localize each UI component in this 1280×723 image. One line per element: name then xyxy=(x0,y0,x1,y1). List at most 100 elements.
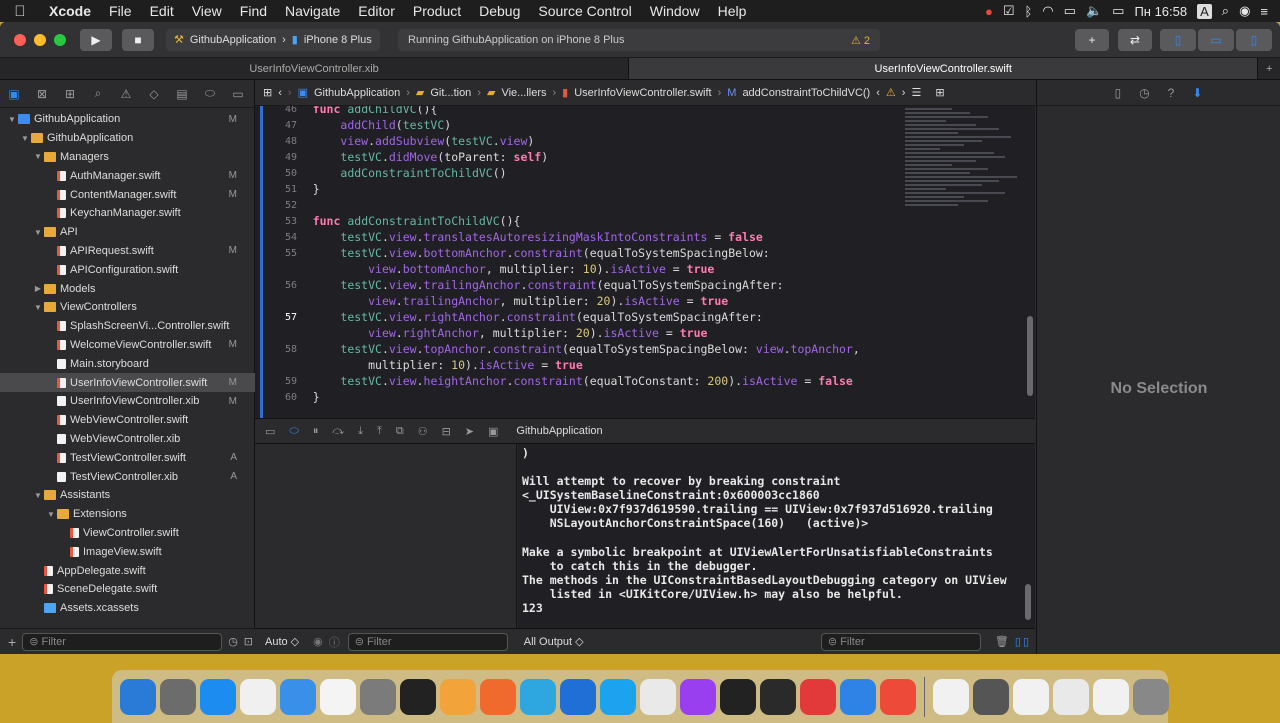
code-line[interactable]: addConstraintToChildVC() xyxy=(285,166,506,180)
tree-item[interactable]: Assets.xcassets xyxy=(0,599,255,618)
code-line[interactable]: func addConstraintToChildVC(){ xyxy=(285,214,521,228)
crumb-project[interactable]: GithubApplication xyxy=(314,87,400,99)
dock-app-icon[interactable] xyxy=(200,678,236,715)
warning-indicator[interactable]: ⚠ 2 xyxy=(851,34,870,47)
menu-navigate[interactable]: Navigate xyxy=(276,3,349,19)
source-control-icon[interactable]: ⊠ xyxy=(28,87,56,101)
disclosure-triangle-icon[interactable]: ▼ xyxy=(19,134,31,143)
menu-list-icon[interactable]: ≡ xyxy=(1260,4,1268,19)
tree-item[interactable]: WelcomeViewController.swift M xyxy=(0,336,255,355)
tree-item[interactable]: KeychanManager.swift xyxy=(0,204,255,223)
recent-files-icon[interactable]: ◷ xyxy=(228,635,238,648)
dock-app-icon[interactable] xyxy=(680,678,716,715)
zoom-button[interactable] xyxy=(54,33,66,46)
step-over-icon[interactable]: ⤼ xyxy=(332,425,344,438)
step-into-icon[interactable]: ⤓ xyxy=(358,425,363,438)
test-icon[interactable]: ◇ xyxy=(140,87,168,101)
step-out-icon[interactable]: ⤒ xyxy=(377,425,382,438)
dock-app-icon[interactable] xyxy=(360,678,396,715)
disclosure-triangle-icon[interactable]: ▼ xyxy=(45,510,57,519)
disclosure-triangle-icon[interactable]: ▼ xyxy=(32,152,44,161)
code-line[interactable]: } xyxy=(285,390,320,404)
tab-userinfo-xib[interactable]: UserInfoViewController.xib xyxy=(0,58,630,79)
tree-item[interactable]: TestViewController.xib A xyxy=(0,467,255,486)
tree-item[interactable]: ▼ Assistants xyxy=(0,486,255,505)
memory-graph-icon[interactable]: ⚇ xyxy=(418,425,428,438)
folder-icon[interactable]: ▣ xyxy=(0,87,28,101)
tree-item[interactable]: UserInfoViewController.swift M xyxy=(0,373,255,392)
tree-item[interactable]: ▶ Models xyxy=(0,279,255,298)
code-line[interactable]: addChild(testVC) xyxy=(285,118,451,132)
editor-options-icon[interactable]: ☰ xyxy=(911,86,921,99)
dock-app-icon[interactable] xyxy=(880,678,916,715)
tree-item[interactable]: ContentManager.swift M xyxy=(0,185,255,204)
menu-app-name[interactable]: Xcode xyxy=(40,3,100,19)
menu-view[interactable]: View xyxy=(183,3,231,19)
history-inspector-icon[interactable]: ◷ xyxy=(1139,86,1149,100)
attributes-inspector-icon[interactable]: ⬇ xyxy=(1192,86,1202,100)
run-button[interactable]: ▶ xyxy=(80,28,112,51)
dock-app-icon[interactable] xyxy=(280,678,316,715)
code-line[interactable]: testVC.didMove(toParent: self) xyxy=(285,150,548,164)
code-line[interactable]: func addChildVC(){ xyxy=(285,106,438,116)
code-line[interactable]: } xyxy=(285,182,320,196)
scm-filter-icon[interactable]: ⊡ xyxy=(244,635,253,648)
tree-item[interactable]: SplashScreenVi...Controller.swift xyxy=(0,317,255,336)
menu-help[interactable]: Help xyxy=(709,3,756,19)
split-editor-icon[interactable]: ⊞ xyxy=(935,86,944,99)
dock-app-icon[interactable] xyxy=(760,678,796,715)
code-review-button[interactable]: ⇄ xyxy=(1118,29,1152,51)
tree-item[interactable]: ▼ API xyxy=(0,223,255,242)
tree-item[interactable]: Main.storyboard xyxy=(0,354,255,373)
close-button[interactable] xyxy=(14,33,26,46)
next-issue-icon[interactable]: › xyxy=(902,87,906,99)
view-hierarchy-icon[interactable]: ⧉ xyxy=(396,425,404,438)
code-line[interactable]: view.addSubview(testVC.view) xyxy=(285,134,534,148)
menu-edit[interactable]: Edit xyxy=(141,3,183,19)
dock-app-icon[interactable] xyxy=(640,678,676,715)
dock-app-icon[interactable] xyxy=(480,678,516,715)
new-tab-button[interactable]: + xyxy=(1258,58,1280,79)
dock-app-icon[interactable] xyxy=(520,678,556,715)
hide-debug-area-icon[interactable]: ▭ xyxy=(265,425,275,438)
battery-icon[interactable]: ▭ xyxy=(1112,3,1124,19)
disclosure-triangle-icon[interactable]: ▼ xyxy=(32,491,44,500)
toggle-debug-area-button[interactable]: ▭ xyxy=(1198,29,1234,51)
file-inspector-icon[interactable]: ▯ xyxy=(1115,86,1122,100)
dock-app-icon[interactable] xyxy=(1093,678,1129,715)
variables-filter-input[interactable]: ⊜ Filter xyxy=(347,632,508,651)
dock-app-icon[interactable] xyxy=(1133,678,1169,715)
disclosure-triangle-icon[interactable]: ▶ xyxy=(32,284,44,293)
dock-app-icon[interactable] xyxy=(400,678,436,715)
tree-item[interactable]: WebViewController.swift xyxy=(0,411,255,430)
code-line[interactable]: testVC.view.translatesAutoresizingMaskIn… xyxy=(285,230,762,244)
minimap[interactable] xyxy=(905,106,1023,306)
eye-icon[interactable]: ◉ xyxy=(313,635,323,648)
dock-app-icon[interactable] xyxy=(160,678,196,715)
source-editor[interactable]: 46 func addChildVC(){47 addChild(testVC)… xyxy=(255,106,1035,418)
auto-variables-selector[interactable]: Auto ◇ xyxy=(265,635,299,648)
breakpoints-toggle-icon[interactable]: ⬭ xyxy=(289,425,298,438)
code-line[interactable]: view.rightAnchor, multiplier: 20).isActi… xyxy=(285,326,707,340)
debug-process-name[interactable]: GithubApplication xyxy=(516,425,602,437)
menu-find[interactable]: Find xyxy=(231,3,276,19)
report-icon[interactable]: ▭ xyxy=(224,87,252,101)
tree-item[interactable]: WebViewController.xib xyxy=(0,430,255,449)
editor-scrollbar[interactable] xyxy=(1027,316,1033,396)
notification-icon[interactable]: ● xyxy=(985,4,993,19)
dock-app-icon[interactable] xyxy=(240,678,276,715)
menu-file[interactable]: File xyxy=(100,3,141,19)
scheme-selector[interactable]: ⚒ GithubApplication › ▮ iPhone 8 Plus xyxy=(166,28,380,51)
volume-icon[interactable]: 🔈 xyxy=(1086,3,1102,19)
add-file-icon[interactable]: + xyxy=(8,634,16,650)
crumb-folder[interactable]: Vie...llers xyxy=(501,87,546,99)
tree-item[interactable]: LaunchScreen.storyboard xyxy=(0,618,255,620)
tree-item[interactable]: APIRequest.swift M xyxy=(0,242,255,261)
tab-userinfo-swift[interactable]: UserInfoViewController.swift xyxy=(629,58,1259,79)
environment-overrides-icon[interactable]: ⊟ xyxy=(442,425,451,438)
menu-window[interactable]: Window xyxy=(641,3,709,19)
bluetooth-icon[interactable]: ᛒ xyxy=(1025,4,1033,19)
code-line[interactable]: testVC.view.topAnchor.constraint(equalTo… xyxy=(285,342,859,356)
symbol-icon[interactable]: ⊞ xyxy=(56,87,84,101)
code-line[interactable]: testVC.view.bottomAnchor.constraint(equa… xyxy=(285,246,769,260)
